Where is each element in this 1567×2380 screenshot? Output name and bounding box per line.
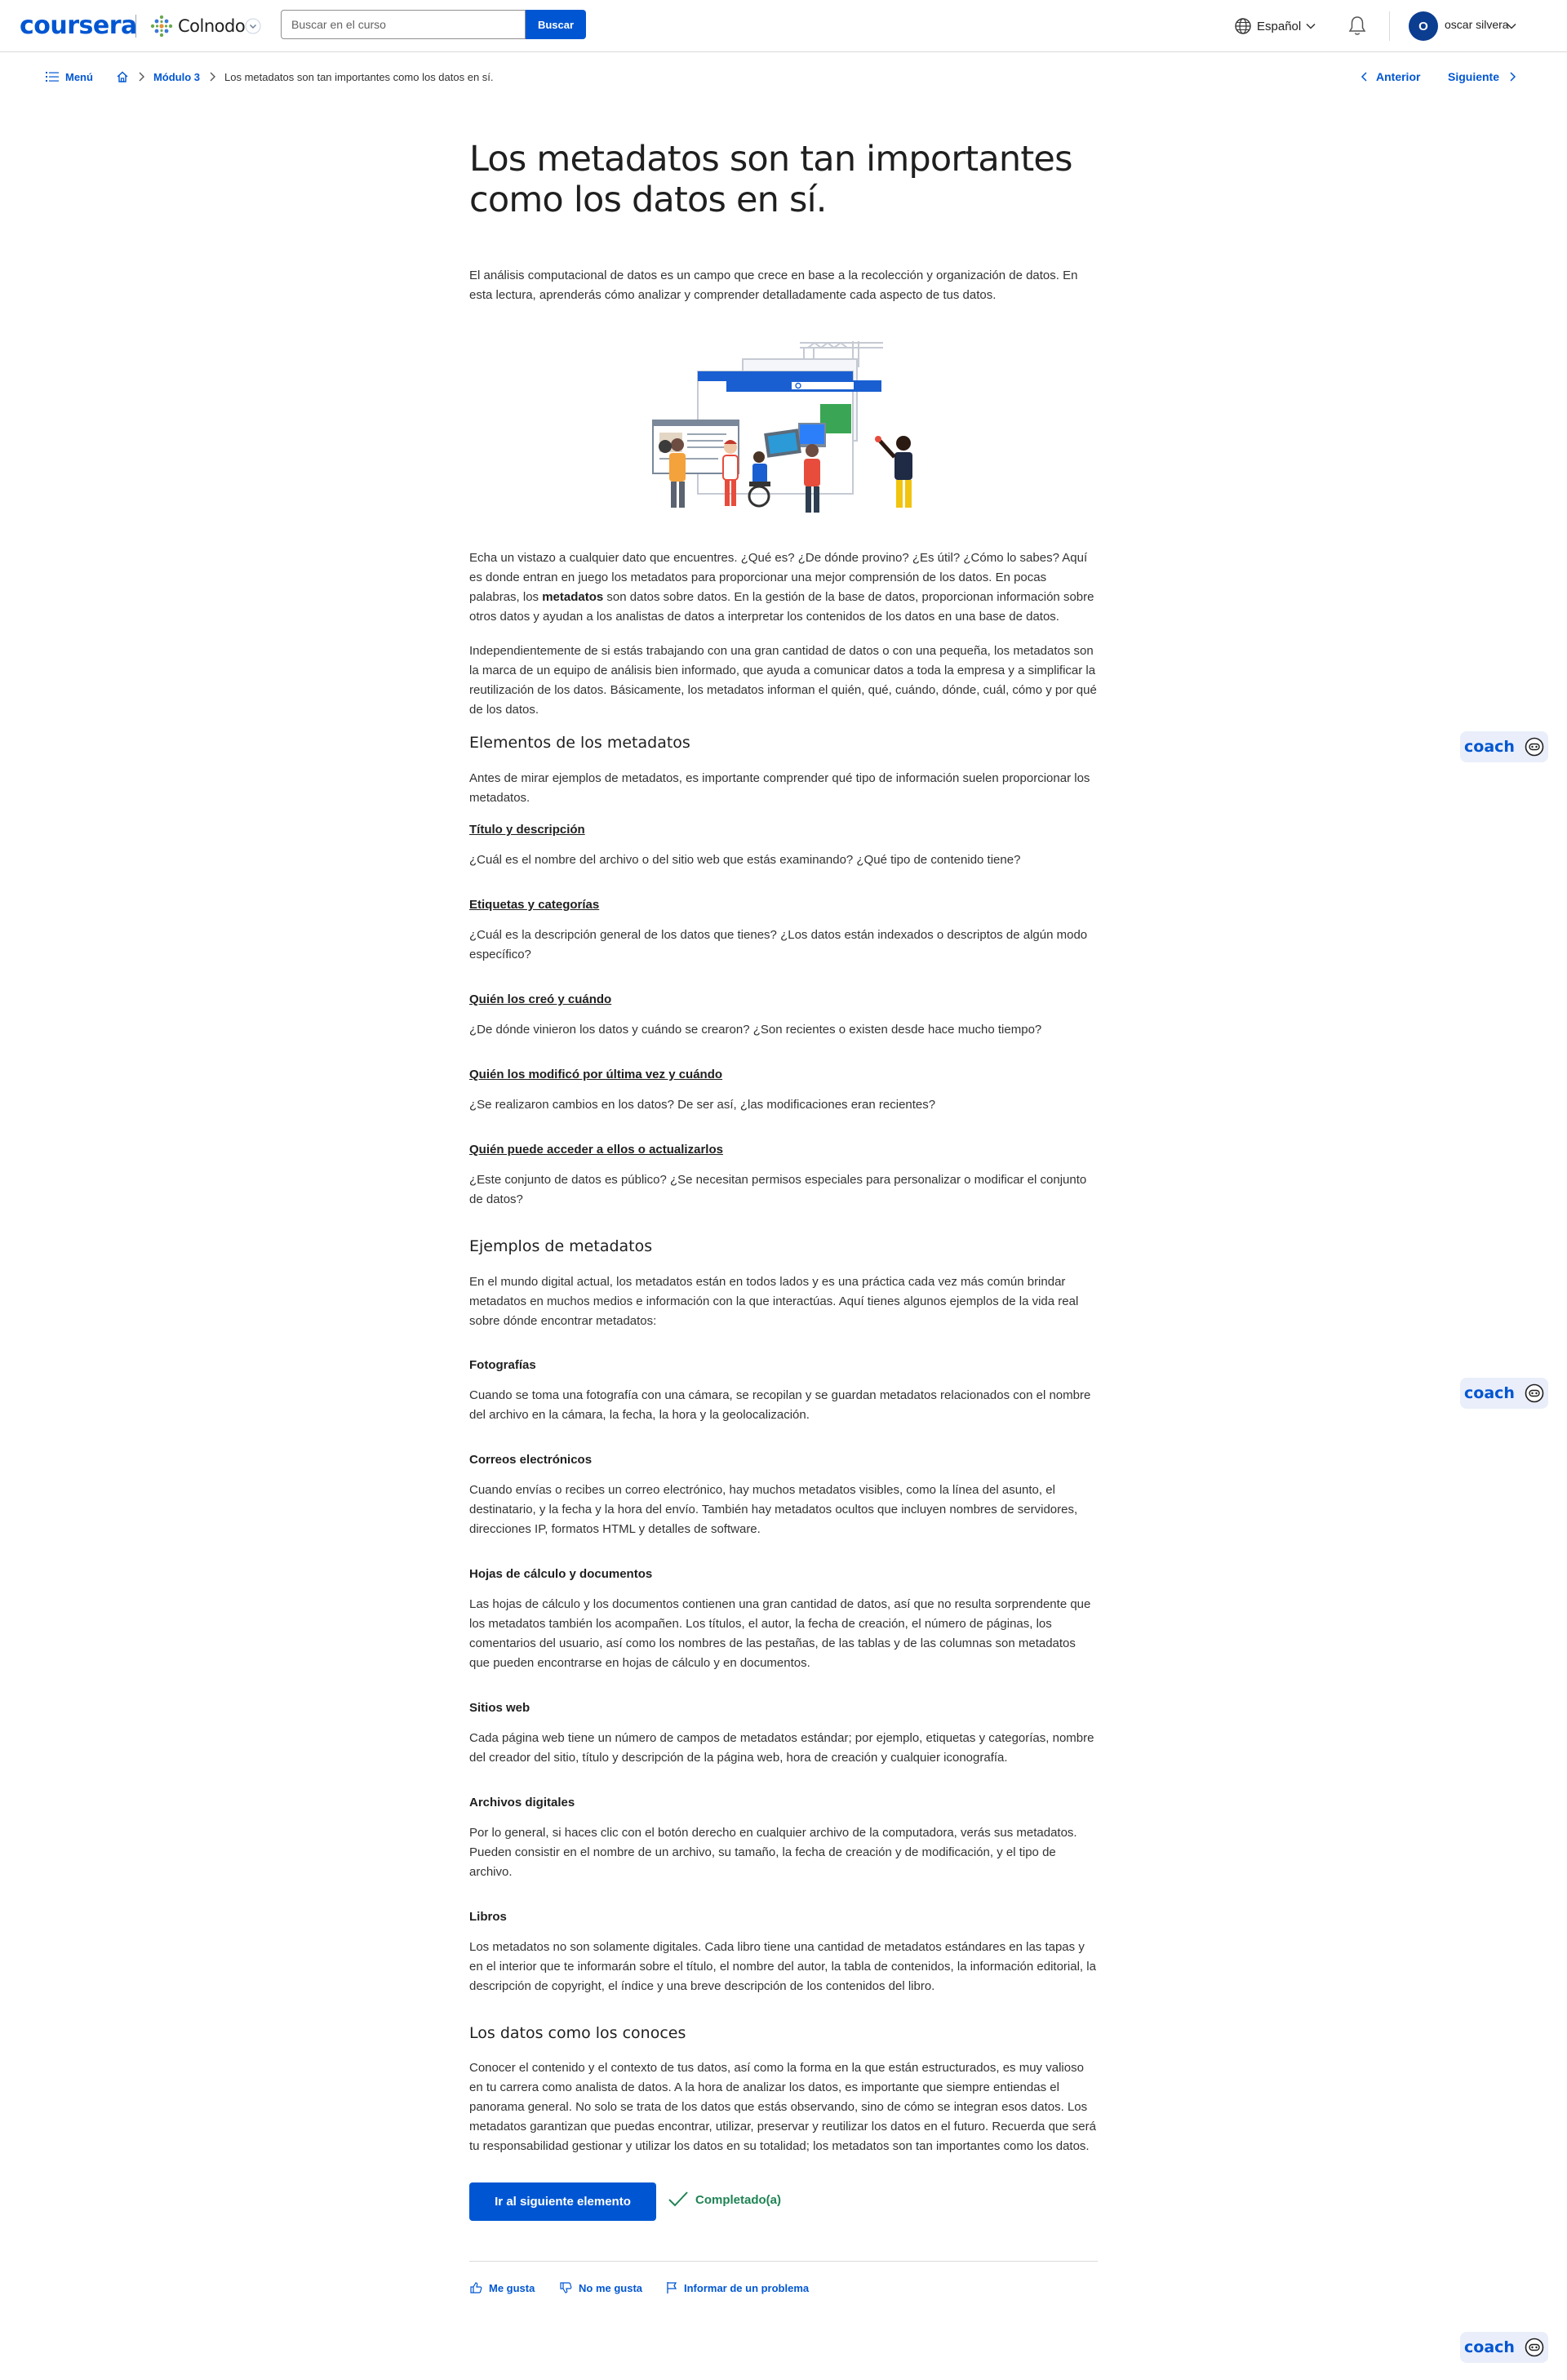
coach-robot-icon (1525, 737, 1544, 757)
chevron-right-icon (1510, 72, 1516, 82)
chevron-down-icon[interactable] (245, 18, 261, 34)
report-label: Informar de un problema (684, 2281, 810, 2294)
paragraph-metadata-role: Independientemente de si estás trabajand… (469, 644, 1097, 717)
next-label: Siguiente (1448, 70, 1500, 83)
coach-button[interactable]: coach (1460, 1378, 1548, 1409)
colnodo-logo-icon (150, 15, 173, 38)
chevron-down-icon[interactable] (1505, 20, 1518, 33)
next-item-link[interactable]: Siguiente (1448, 69, 1517, 85)
heading-elements: Elementos de los metadatos (469, 734, 690, 752)
flag-icon (667, 2282, 677, 2293)
paragraph-who-created: ¿De dónde vinieron los datos y cuándo se… (469, 1023, 1042, 1037)
coach-button[interactable]: coach (1460, 731, 1548, 762)
menu-label: Menú (65, 70, 93, 83)
breadcrumb: Menú Módulo 3 Los metadatos son tan impo… (46, 69, 494, 85)
dislike-label: No me gusta (579, 2281, 643, 2294)
home-icon[interactable] (116, 70, 129, 83)
thumbs-down-icon (560, 2282, 572, 2293)
subheading-who-modified: Quién los modificó por última vez y cuán… (469, 1068, 723, 1081)
intro-paragraph: El análisis computacional de datos es un… (469, 269, 1078, 302)
subheading-photos: Fotografías (469, 1358, 536, 1372)
globe-icon (1235, 18, 1251, 34)
paragraph-elements-intro: Antes de mirar ejemplos de metadatos, es… (469, 771, 1090, 805)
search-input[interactable] (281, 10, 526, 39)
paragraph-books: Los metadatos no son solamente digitales… (469, 1940, 1096, 1993)
previous-item-link[interactable]: Anterior (1360, 69, 1420, 85)
checkmark-icon (668, 2191, 688, 2207)
coach-robot-icon (1525, 2338, 1544, 2357)
coursera-logo[interactable]: coursera (20, 11, 137, 40)
chevron-left-icon (1361, 72, 1367, 82)
team-data-illustration (652, 341, 912, 513)
paragraph-digital-files: Por lo general, si haces clic con el bot… (469, 1826, 1077, 1879)
paragraph-photos: Cuando se toma una fotografía con una cá… (469, 1388, 1091, 1422)
paragraph-what-is-metadata: Echa un vistazo a cualquier dato que enc… (469, 548, 1098, 627)
paragraph-emails: Cuando envías o recibes un correo electr… (469, 1483, 1078, 1536)
subheading-emails: Correos electrónicos (469, 1453, 593, 1467)
language-selector[interactable]: Español (1234, 16, 1322, 36)
subheading-websites: Sitios web (469, 1701, 530, 1715)
coach-label: coach (1464, 2338, 1515, 2356)
heading-examples: Ejemplos de metadatos (469, 1237, 653, 1255)
subheading-who-access: Quién puede acceder a ellos o actualizar… (469, 1143, 723, 1157)
coach-robot-icon (1525, 1383, 1544, 1403)
header-divider (1389, 11, 1390, 41)
report-problem-button[interactable]: Informar de un problema (666, 2281, 809, 2294)
coach-label: coach (1464, 738, 1515, 756)
like-button[interactable]: Me gusta (469, 2281, 535, 2294)
subheading-digital-files: Archivos digitales (469, 1796, 575, 1809)
menu-button[interactable]: Menú (46, 71, 93, 83)
dislike-button[interactable]: No me gusta (559, 2281, 642, 2294)
breadcrumb-current: Los metadatos son tan importantes como l… (224, 70, 494, 83)
bold-term-metadatos: metadatos (542, 590, 604, 604)
coach-label: coach (1464, 1384, 1515, 1402)
subheading-title-description: Título y descripción (469, 823, 585, 837)
section-divider (469, 2261, 1098, 2262)
page-title: Los metadatos son tan importantes como l… (469, 139, 1072, 220)
paragraph-title-description: ¿Cuál es el nombre del archivo o del sit… (469, 853, 1021, 867)
paragraph-websites: Cada página web tiene un número de campo… (469, 1731, 1094, 1765)
user-avatar[interactable]: O (1409, 11, 1438, 41)
like-label: Me gusta (489, 2281, 535, 2294)
chevron-right-icon (137, 71, 145, 82)
completed-status: Completado(a) (668, 2191, 781, 2209)
chevron-down-icon (1306, 23, 1316, 29)
paragraph-data-as-you-know: Conocer el contenido y el contexto de tu… (469, 2061, 1096, 2153)
search-button[interactable]: Buscar (526, 10, 586, 39)
thumbs-up-icon (470, 2282, 482, 2293)
subheading-spreadsheets: Hojas de cálculo y documentos (469, 1567, 653, 1581)
paragraph-tags-categories: ¿Cuál es la descripción general de los d… (469, 928, 1088, 961)
subheading-books: Libros (469, 1910, 507, 1924)
partner-name: Colnodo (178, 16, 246, 36)
subheading-who-created: Quién los creó y cuándo (469, 992, 612, 1006)
notifications-bell-icon[interactable] (1347, 15, 1368, 38)
menu-list-icon (46, 72, 59, 82)
header-divider (135, 15, 136, 38)
paragraph-who-modified: ¿Se realizaron cambios en los datos? De … (469, 1098, 936, 1112)
user-name[interactable]: oscar silvera (1445, 18, 1509, 31)
paragraph-who-access: ¿Este conjunto de datos es público? ¿Se … (469, 1173, 1087, 1206)
language-label: Español (1257, 19, 1302, 33)
paragraph-spreadsheets: Las hojas de cálculo y los documentos co… (469, 1597, 1091, 1670)
chevron-right-icon (208, 71, 216, 82)
go-to-next-item-button[interactable]: Ir al siguiente elemento (469, 2182, 656, 2221)
heading-data-as-you-know: Los datos como los conoces (469, 2024, 686, 2042)
breadcrumb-module[interactable]: Módulo 3 (153, 71, 200, 83)
subheading-tags-categories: Etiquetas y categorías (469, 898, 600, 912)
completed-label: Completado(a) (695, 2192, 781, 2207)
coach-button[interactable]: coach (1460, 2332, 1548, 2363)
top-header: coursera Colnodo Buscar en el curso Busc… (0, 0, 1567, 52)
partner-switcher[interactable]: Colnodo (150, 13, 246, 39)
paragraph-examples-intro: En el mundo digital actual, los metadato… (469, 1275, 1079, 1328)
previous-label: Anterior (1376, 70, 1421, 83)
